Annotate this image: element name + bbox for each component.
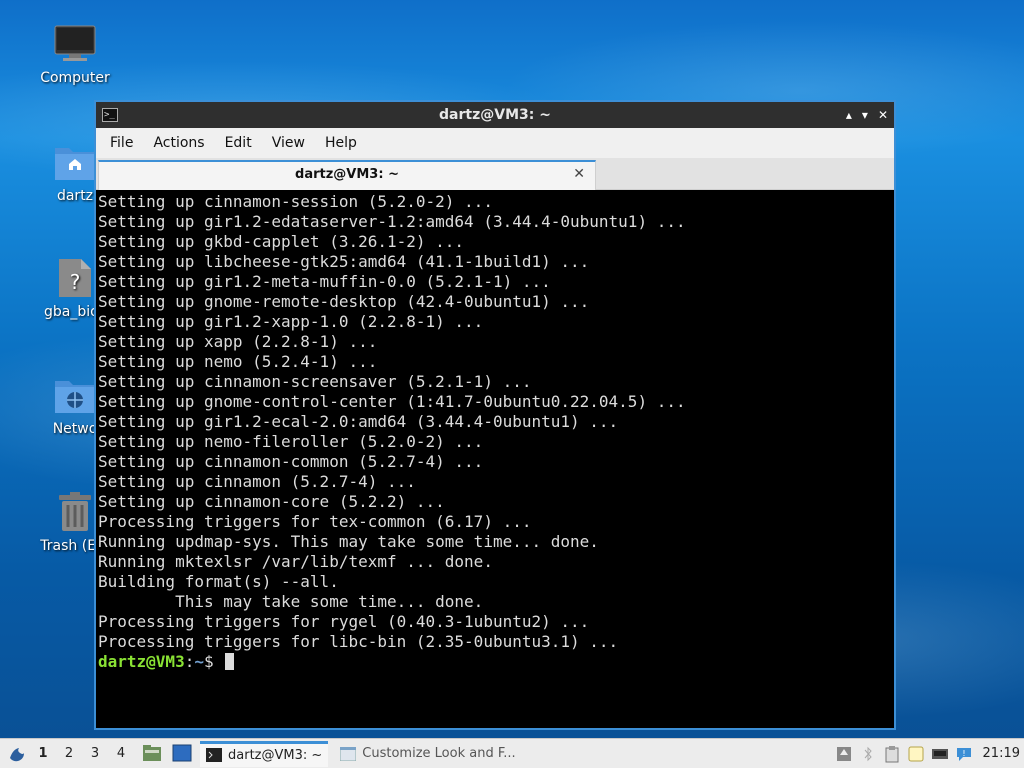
terminal-prompt: dartz@VM3:~$ [98,652,894,672]
task-terminal[interactable]: dartz@VM3: ~ [200,740,329,767]
network-icon[interactable] [931,745,949,763]
workspace-2[interactable]: 2 [56,746,82,761]
show-desktop-icon[interactable] [172,744,194,764]
prompt-user: dartz@VM3 [98,652,185,671]
terminal-line: Running updmap-sys. This may take some t… [98,532,599,551]
svg-text:!: ! [962,749,965,758]
terminal-line: Setting up cinnamon-screensaver (5.2.1-1… [98,372,532,391]
terminal-line: Setting up gnome-control-center (1:41.7-… [98,392,686,411]
window-title: dartz@VM3: ~ [439,107,551,123]
desktop: Computer dartz ? gba_bios Netwo Trash (E… [0,0,1024,738]
terminal-line: Setting up gkbd-capplet (3.26.1-2) ... [98,232,465,251]
terminal-line: Processing triggers for rygel (0.40.3-1u… [98,612,590,631]
whisker-menu-icon[interactable] [4,741,30,767]
taskbar: 1 2 3 4 dartz@VM3: ~ Customize Look and … [0,738,1024,768]
unknown-file-icon: ? [53,256,97,300]
home-folder-icon [53,140,97,184]
terminal-line: Setting up gir1.2-edataserver-1.2:amd64 … [98,212,686,231]
system-tray: ! 21:19 [835,745,1024,763]
appearance-icon [339,746,357,761]
terminal-line: Running mktexlsr /var/lib/texmf ... done… [98,552,493,571]
terminal-line: Setting up nemo-fileroller (5.2.0-2) ... [98,432,484,451]
menu-edit[interactable]: Edit [215,135,262,151]
tab-bar: dartz@VM3: ~ ✕ [96,158,894,190]
menu-bar: File Actions Edit View Help [96,128,894,158]
terminal-line: Processing triggers for tex-common (6.17… [98,512,532,531]
terminal-line: Setting up cinnamon-common (5.2.7-4) ... [98,452,484,471]
terminal-line: Building format(s) --all. [98,572,339,591]
prompt-path: ~ [194,652,204,671]
terminal-line: Setting up cinnamon-core (5.2.2) ... [98,492,445,511]
menu-view[interactable]: View [262,135,315,151]
task-label: Customize Look and F... [362,746,516,761]
terminal-icon [206,748,222,762]
terminal-window[interactable]: >_ dartz@VM3: ~ ▴ ▾ ✕ File Actions Edit … [94,100,896,730]
update-notifier-icon[interactable] [835,745,853,763]
workspace-3[interactable]: 3 [82,746,108,761]
terminal-cursor [225,653,235,670]
desktop-icon-computer[interactable]: Computer [27,22,123,86]
terminal-line: Setting up xapp (2.2.8-1) ... [98,332,378,351]
close-button[interactable]: ✕ [878,108,888,122]
terminal-line: Setting up cinnamon (5.2.7-4) ... [98,472,416,491]
terminal-line: Setting up gir1.2-ecal-2.0:amd64 (3.44.4… [98,412,619,431]
notes-icon[interactable] [907,745,925,763]
terminal-line: Setting up gir1.2-xapp-1.0 (2.2.8-1) ... [98,312,484,331]
terminal-line: Setting up gir1.2-meta-muffin-0.0 (5.2.1… [98,272,551,291]
prompt-separator: : [184,652,195,671]
prompt-symbol: $ [203,652,224,671]
menu-actions[interactable]: Actions [143,135,214,151]
clipboard-icon[interactable] [883,745,901,763]
notification-icon[interactable]: ! [955,745,973,763]
trash-icon [53,490,97,534]
svg-text:?: ? [70,270,81,294]
task-customize-look[interactable]: Customize Look and F... [334,741,521,767]
terminal-line: Setting up cinnamon-session (5.2.0-2) ..… [98,192,493,211]
tab-close-icon[interactable]: ✕ [573,166,585,182]
workspace-4[interactable]: 4 [108,746,134,761]
window-titlebar[interactable]: >_ dartz@VM3: ~ ▴ ▾ ✕ [96,102,894,128]
file-manager-icon[interactable] [142,744,164,764]
workspace-1[interactable]: 1 [30,746,56,761]
network-folder-icon [53,373,97,417]
terminal-line: Setting up libcheese-gtk25:amd64 (41.1-1… [98,252,590,271]
terminal-output[interactable]: Setting up cinnamon-session (5.2.0-2) ..… [96,190,894,728]
terminal-line: This may take some time... done. [98,592,484,611]
terminal-lines: Setting up cinnamon-session (5.2.0-2) ..… [98,192,894,652]
terminal-line: Setting up gnome-remote-desktop (42.4-0u… [98,292,590,311]
tab-terminal[interactable]: dartz@VM3: ~ ✕ [98,160,596,190]
desktop-icon-label: Computer [40,70,110,86]
terminal-line: Processing triggers for libc-bin (2.35-0… [98,632,619,651]
maximize-button[interactable]: ▾ [862,108,868,122]
task-label: dartz@VM3: ~ [228,747,323,763]
monitor-icon [53,22,97,66]
terminal-line: Setting up nemo (5.2.4-1) ... [98,352,378,371]
menu-help[interactable]: Help [315,135,367,151]
clock[interactable]: 21:19 [983,746,1020,761]
tab-label: dartz@VM3: ~ [295,167,399,182]
minimize-button[interactable]: ▴ [846,108,852,122]
menu-file[interactable]: File [100,135,143,151]
bluetooth-icon[interactable] [859,745,877,763]
